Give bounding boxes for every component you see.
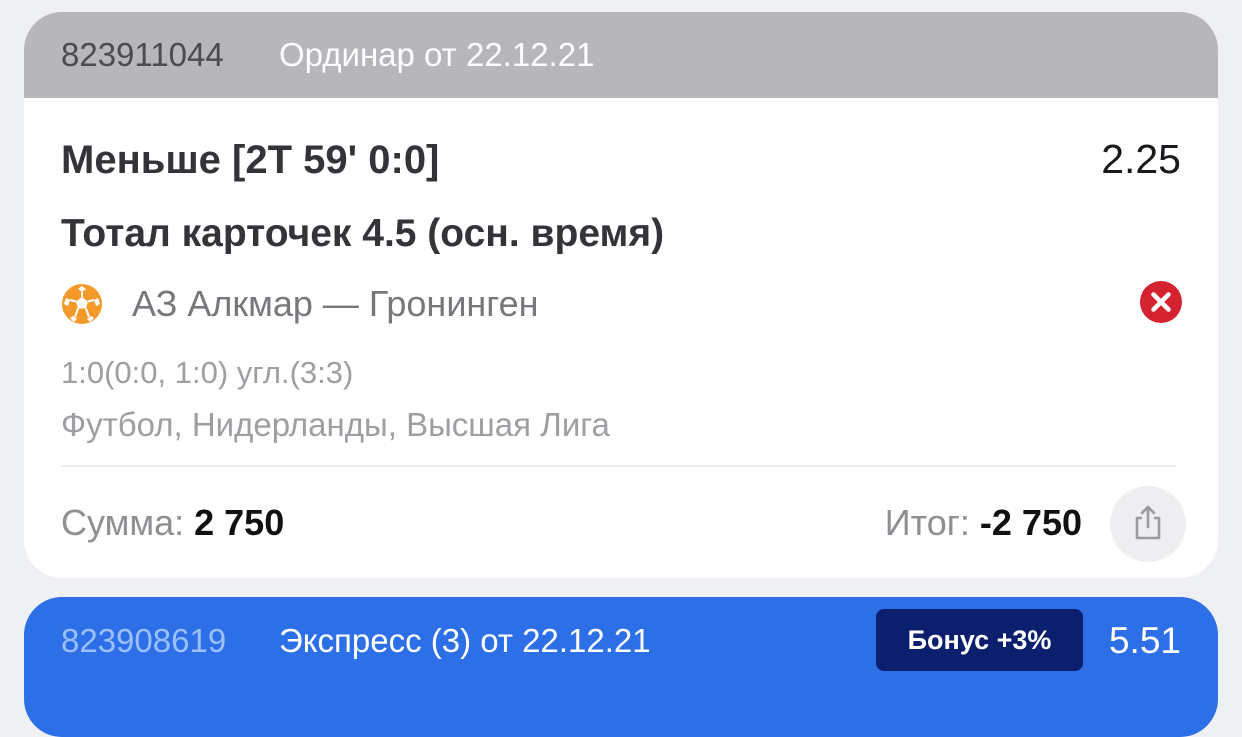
divider bbox=[61, 465, 1176, 467]
bet-odds: 2.25 bbox=[1101, 136, 1181, 182]
bet-card-single[interactable]: 823911044 Ординар от 22.12.21 Меньше [2T… bbox=[24, 12, 1218, 578]
share-icon bbox=[1135, 505, 1161, 540]
lost-icon bbox=[1139, 280, 1183, 324]
bet-type: Экспресс (3) от 22.12.21 bbox=[279, 622, 651, 659]
match-teams[interactable]: АЗ Алкмар — Гронинген bbox=[132, 283, 539, 325]
bet-id: 823908619 bbox=[61, 622, 227, 659]
league-name: Футбол, Нидерланды, Высшая Лига bbox=[61, 406, 610, 443]
share-button[interactable] bbox=[1110, 486, 1186, 562]
bet-type: Ординар от 22.12.21 bbox=[279, 36, 595, 73]
sum-value: 2 750 bbox=[194, 502, 285, 543]
bonus-badge: Бонус +3% bbox=[876, 609, 1083, 671]
bet-card-header: 823911044 Ординар от 22.12.21 bbox=[24, 12, 1218, 98]
sum-label: Сумма: bbox=[61, 502, 195, 543]
result-value: -2 750 bbox=[979, 502, 1082, 543]
bet-result: Итог: -2 750 bbox=[885, 502, 1082, 544]
bet-outcome: Меньше [2T 59' 0:0] bbox=[61, 138, 440, 182]
result-label: Итог: bbox=[884, 502, 980, 543]
bet-market: Тотал карточек 4.5 (осн. время) bbox=[61, 212, 665, 255]
bet-card-express[interactable]: 823908619 Экспресс (3) от 22.12.21 Бонус… bbox=[24, 597, 1218, 737]
bet-sum: Сумма: 2 750 bbox=[61, 502, 284, 544]
bet-odds: 5.51 bbox=[1108, 620, 1181, 661]
match-score: 1:0(0:0, 1:0) угл.(3:3) bbox=[61, 355, 354, 390]
bet-id: 823911044 bbox=[61, 36, 224, 73]
football-icon bbox=[60, 282, 104, 326]
